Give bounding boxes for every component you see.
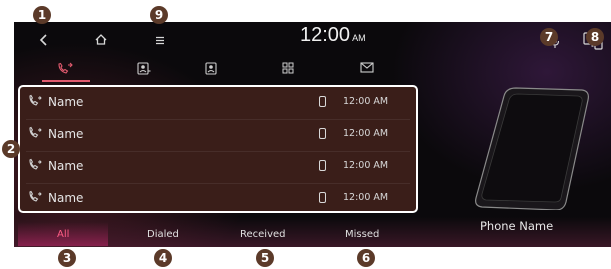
clock: 12:00 AM: [300, 24, 366, 47]
clock-ampm: AM: [352, 33, 366, 43]
call-history-icon: [58, 62, 73, 74]
tab-messages[interactable]: [360, 62, 374, 76]
call-time: 12:00 AM: [343, 160, 389, 171]
contact-name: Name: [48, 127, 84, 141]
message-icon: [360, 62, 374, 73]
outgoing-call-icon: [28, 190, 42, 207]
callout-8: 8: [586, 28, 604, 46]
clock-time: 12:00: [300, 24, 351, 46]
mobile-device-icon: [319, 128, 326, 139]
favorites-icon: [205, 62, 217, 75]
callout-5: 5: [256, 249, 274, 267]
phone-screen: 12:00 AM Name 12:00 AM Name 12:00 AM Nam…: [14, 22, 611, 247]
filter-dialed-button[interactable]: Dialed: [147, 229, 179, 240]
mobile-device-icon: [319, 192, 326, 203]
tab-keypad[interactable]: [282, 62, 294, 77]
keypad-icon: [282, 62, 294, 74]
mobile-device-icon: [319, 160, 326, 171]
call-list-item[interactable]: Name 12:00 AM: [20, 119, 416, 151]
filter-received-button[interactable]: Received: [240, 229, 286, 240]
home-icon[interactable]: [95, 34, 107, 49]
callout-3: 3: [58, 249, 76, 267]
outgoing-call-icon: [28, 158, 42, 175]
menu-icon[interactable]: [155, 35, 165, 49]
call-time: 12:00 AM: [343, 128, 389, 139]
call-list-item[interactable]: Name 12:00 AM: [20, 87, 416, 119]
phone-device-illustration: [475, 87, 589, 210]
callout-7: 7: [540, 28, 558, 46]
contact-name: Name: [48, 191, 84, 205]
callout-6: 6: [357, 249, 375, 267]
contacts-icon: [137, 62, 151, 75]
filter-all-button[interactable]: All: [57, 229, 69, 240]
tab-call-history[interactable]: [57, 62, 73, 78]
call-list-item[interactable]: Name 12:00 AM: [20, 151, 416, 183]
call-time: 12:00 AM: [343, 192, 389, 203]
filter-missed-button[interactable]: Missed: [345, 229, 379, 240]
mobile-device-icon: [319, 96, 326, 107]
call-time: 12:00 AM: [343, 96, 389, 107]
callout-1: 1: [33, 6, 51, 24]
active-tab-indicator: [42, 80, 90, 82]
contact-name: Name: [48, 95, 84, 109]
callout-2: 2: [2, 140, 20, 158]
connected-phone-name: Phone Name: [480, 219, 554, 233]
contact-name: Name: [48, 159, 84, 173]
tab-contacts[interactable]: [137, 62, 151, 78]
back-chevron-icon[interactable]: [39, 34, 48, 50]
tab-favorites[interactable]: [205, 62, 217, 78]
call-history-list: Name 12:00 AM Name 12:00 AM Name 12:00 A…: [18, 85, 418, 213]
callout-9: 9: [150, 6, 168, 24]
call-list-item[interactable]: Name 12:00 AM: [20, 183, 416, 215]
callout-4: 4: [154, 249, 172, 267]
outgoing-call-icon: [28, 126, 42, 143]
outgoing-call-icon: [28, 94, 42, 111]
